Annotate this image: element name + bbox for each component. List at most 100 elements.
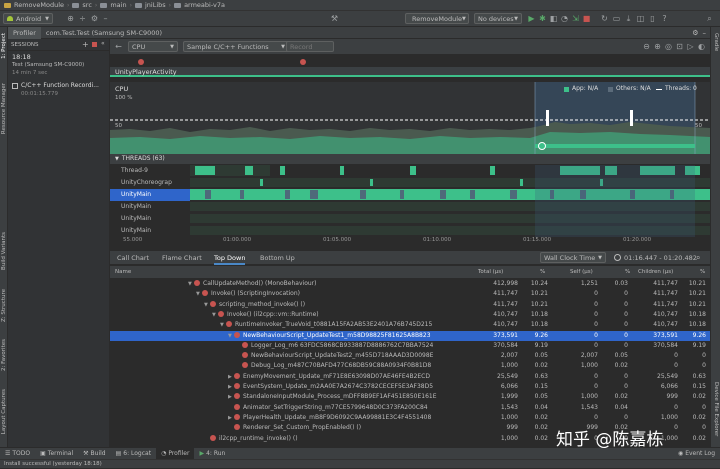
reset-zoom-icon[interactable]: ◎ <box>664 42 673 51</box>
tool-tab-favorites[interactable]: 2: Favorites <box>1 339 7 371</box>
table-row[interactable]: ▼ scripting_method_invoke() () 411,747 10.2… <box>110 300 710 310</box>
tab-bottom-up[interactable]: Bottom Up <box>260 251 295 265</box>
session-item[interactable]: 18:18 Test (Samsung SM-C9000) 14 min 7 s… <box>8 51 109 79</box>
collapsed-icon[interactable]: ▶ <box>228 382 234 392</box>
tool-tab-resource-manager[interactable]: Resource Manager <box>1 83 7 134</box>
tab-session[interactable]: com.Test.Test (Samsung SM-C9000) <box>41 27 167 39</box>
globe-icon[interactable]: ⊕ <box>66 14 75 23</box>
tool-tab-build-variants[interactable]: Build Variants <box>1 232 7 270</box>
table-row[interactable]: ▼ CallUpdateMethod() (MonoBehaviour) 412,9… <box>110 279 710 289</box>
sync-icon[interactable]: ↻ <box>600 14 609 23</box>
attach-icon[interactable]: ⇲ <box>571 14 580 23</box>
table-row[interactable]: Logger_Log_m6 63FDC5868CB933887D8886762C… <box>110 341 710 351</box>
column-self-pct[interactable]: % <box>625 266 630 278</box>
tool-tab-structure[interactable]: Z: Structure <box>1 289 7 322</box>
collapse-icon[interactable]: « <box>101 40 105 47</box>
coverage-icon[interactable]: ◧ <box>549 14 558 23</box>
profile-icon[interactable]: ◔ <box>560 14 569 23</box>
tool-tab-project[interactable]: 1: Project <box>1 33 7 59</box>
activity-timeline[interactable]: UnityPlayerActivity <box>110 55 710 77</box>
tool-profiler[interactable]: ◔ Profiler <box>156 447 195 460</box>
tab-profiler[interactable]: Profiler <box>8 26 41 39</box>
table-row[interactable]: ▶ EventSystem_Update_m2AA0E7A2674C3782CEC… <box>110 382 710 392</box>
tab-call-chart[interactable]: Call Chart <box>117 251 149 265</box>
collapsed-icon[interactable]: ▶ <box>228 392 234 402</box>
zoom-to-selection-icon[interactable]: ⊡ <box>675 42 684 51</box>
thread-row[interactable]: UnityChoreograp <box>110 177 190 189</box>
tab-flame-chart[interactable]: Flame Chart <box>162 251 202 265</box>
live-icon[interactable]: ▷ <box>686 42 695 51</box>
tool-terminal[interactable]: ▣ Terminal <box>35 448 78 460</box>
tool-event-log[interactable]: ◉ Event Log <box>673 448 720 460</box>
clock-type-selector[interactable]: Wall Clock Time ▼ <box>540 252 606 263</box>
hammer-icon[interactable]: ⚒ <box>330 14 339 23</box>
hide-icon[interactable]: – <box>703 29 711 37</box>
table-row[interactable]: NewBehaviourScript_UpdateTest2_m455D718A… <box>110 351 710 361</box>
android-view-selector[interactable]: Android ▼ <box>3 13 53 24</box>
event-dot[interactable] <box>300 59 306 65</box>
tool-run[interactable]: ▶ 4: Run <box>194 448 230 460</box>
thread-row[interactable]: UnityMain <box>110 213 190 225</box>
table-row[interactable]: Animator_SetTriggerString_m77CE5799648D0… <box>110 403 710 413</box>
layout-inspector-icon[interactable]: ◫ <box>636 14 645 23</box>
help-icon[interactable]: ? <box>660 14 669 23</box>
collapsed-icon[interactable]: ▶ <box>228 413 234 423</box>
split-icon[interactable]: ÷ <box>78 14 87 23</box>
column-total-pct[interactable]: % <box>540 266 545 278</box>
tool-tab-gradle[interactable]: Gradle <box>713 33 719 51</box>
recording-item[interactable]: C/C++ Function Recordi... 00:01:15.779 <box>8 79 109 100</box>
device-selector[interactable]: No devices ▼ <box>474 13 522 24</box>
stop-session-icon[interactable] <box>92 42 97 47</box>
tool-todo[interactable]: ☰ TODO <box>0 448 35 460</box>
back-arrow-icon[interactable]: ← <box>114 42 123 51</box>
thread-row-selected[interactable]: UnityMain <box>110 189 190 201</box>
breadcrumb-jnilibs[interactable]: jniLibs <box>145 1 166 9</box>
breadcrumb-project[interactable]: RemoveModule <box>14 1 64 9</box>
debug-icon[interactable]: ✱ <box>538 14 547 23</box>
breadcrumb-src[interactable]: src <box>82 1 92 9</box>
table-row[interactable]: ▶ StandaloneInputModule_Process_mDFF8B9EF… <box>110 392 710 402</box>
column-children[interactable]: Children (µs) <box>638 266 673 278</box>
search-icon[interactable]: ⌕ <box>705 14 714 23</box>
expanded-icon[interactable]: ▼ <box>196 289 202 299</box>
thread-row[interactable]: Thread-9 <box>110 165 190 177</box>
tool-tab-device-file-explorer[interactable]: Device File Explorer <box>713 382 719 436</box>
expanded-icon[interactable]: ▼ <box>212 310 218 320</box>
table-row-selected[interactable]: ▼ NewBehaviourScript_UpdateTest1_m58D9882… <box>110 330 710 341</box>
profiler-selector[interactable]: CPU ▼ <box>128 41 178 52</box>
column-children-pct[interactable]: % <box>700 266 705 278</box>
pause-icon[interactable]: ◐ <box>697 42 706 51</box>
add-session-icon[interactable]: + <box>82 40 89 49</box>
record-button[interactable]: Record <box>286 41 334 52</box>
search-icon[interactable]: ⌕ <box>696 253 700 263</box>
column-self[interactable]: Self (µs) <box>570 266 593 278</box>
threads-header[interactable]: ▼ THREADS (63) <box>110 154 710 164</box>
hide-icon[interactable]: – <box>101 14 110 23</box>
table-row[interactable]: ▼ RuntimeInvoker_TrueVoid_t0881A15FA2AB53… <box>110 320 710 330</box>
activity-bar[interactable]: UnityPlayerActivity <box>110 67 710 77</box>
expanded-icon[interactable]: ▼ <box>188 279 194 289</box>
table-row[interactable]: Debug_Log_m487C70BAFD477C68DB59C88A0934F… <box>110 361 710 371</box>
expanded-icon[interactable]: ▼ <box>220 320 226 330</box>
tab-top-down[interactable]: Top Down <box>214 251 246 265</box>
thread-row[interactable]: UnityMain <box>110 201 190 213</box>
zoom-out-icon[interactable]: ⊖ <box>642 42 651 51</box>
event-dot[interactable] <box>138 59 144 65</box>
run-icon[interactable]: ▶ <box>527 14 536 23</box>
avd-icon[interactable]: ▭ <box>612 14 621 23</box>
gear-icon[interactable]: ⚙ <box>692 29 702 37</box>
device-manager-icon[interactable]: ▯ <box>648 14 657 23</box>
zoom-in-icon[interactable]: ⊕ <box>653 42 662 51</box>
column-total[interactable]: Total (µs) <box>478 266 503 278</box>
gear-icon[interactable]: ⚙ <box>90 14 99 23</box>
recording-config-selector[interactable]: Sample C/C++ Functions ▼ <box>183 41 289 52</box>
tool-build[interactable]: ⚒ Build <box>78 448 110 460</box>
run-config-selector[interactable]: RemoveModule ▼ <box>405 13 469 24</box>
tool-tab-layout-captures[interactable]: Layout Captures <box>1 389 7 434</box>
tool-logcat[interactable]: ▤ 6: Logcat <box>111 448 156 460</box>
breadcrumb-armeabi[interactable]: armeabi-v7a <box>184 1 225 9</box>
table-row[interactable]: ▶ PlayerHealth_Update_mB8F9D6092C9AA99881… <box>110 413 710 423</box>
column-name[interactable]: Name <box>115 266 131 278</box>
table-row[interactable]: ▼ Invoke() (ScriptingInvocation) 411,747 10… <box>110 289 710 299</box>
table-row[interactable]: ▶ EnemyMovement_Update_mF71E8E63098D07AE4… <box>110 372 710 382</box>
